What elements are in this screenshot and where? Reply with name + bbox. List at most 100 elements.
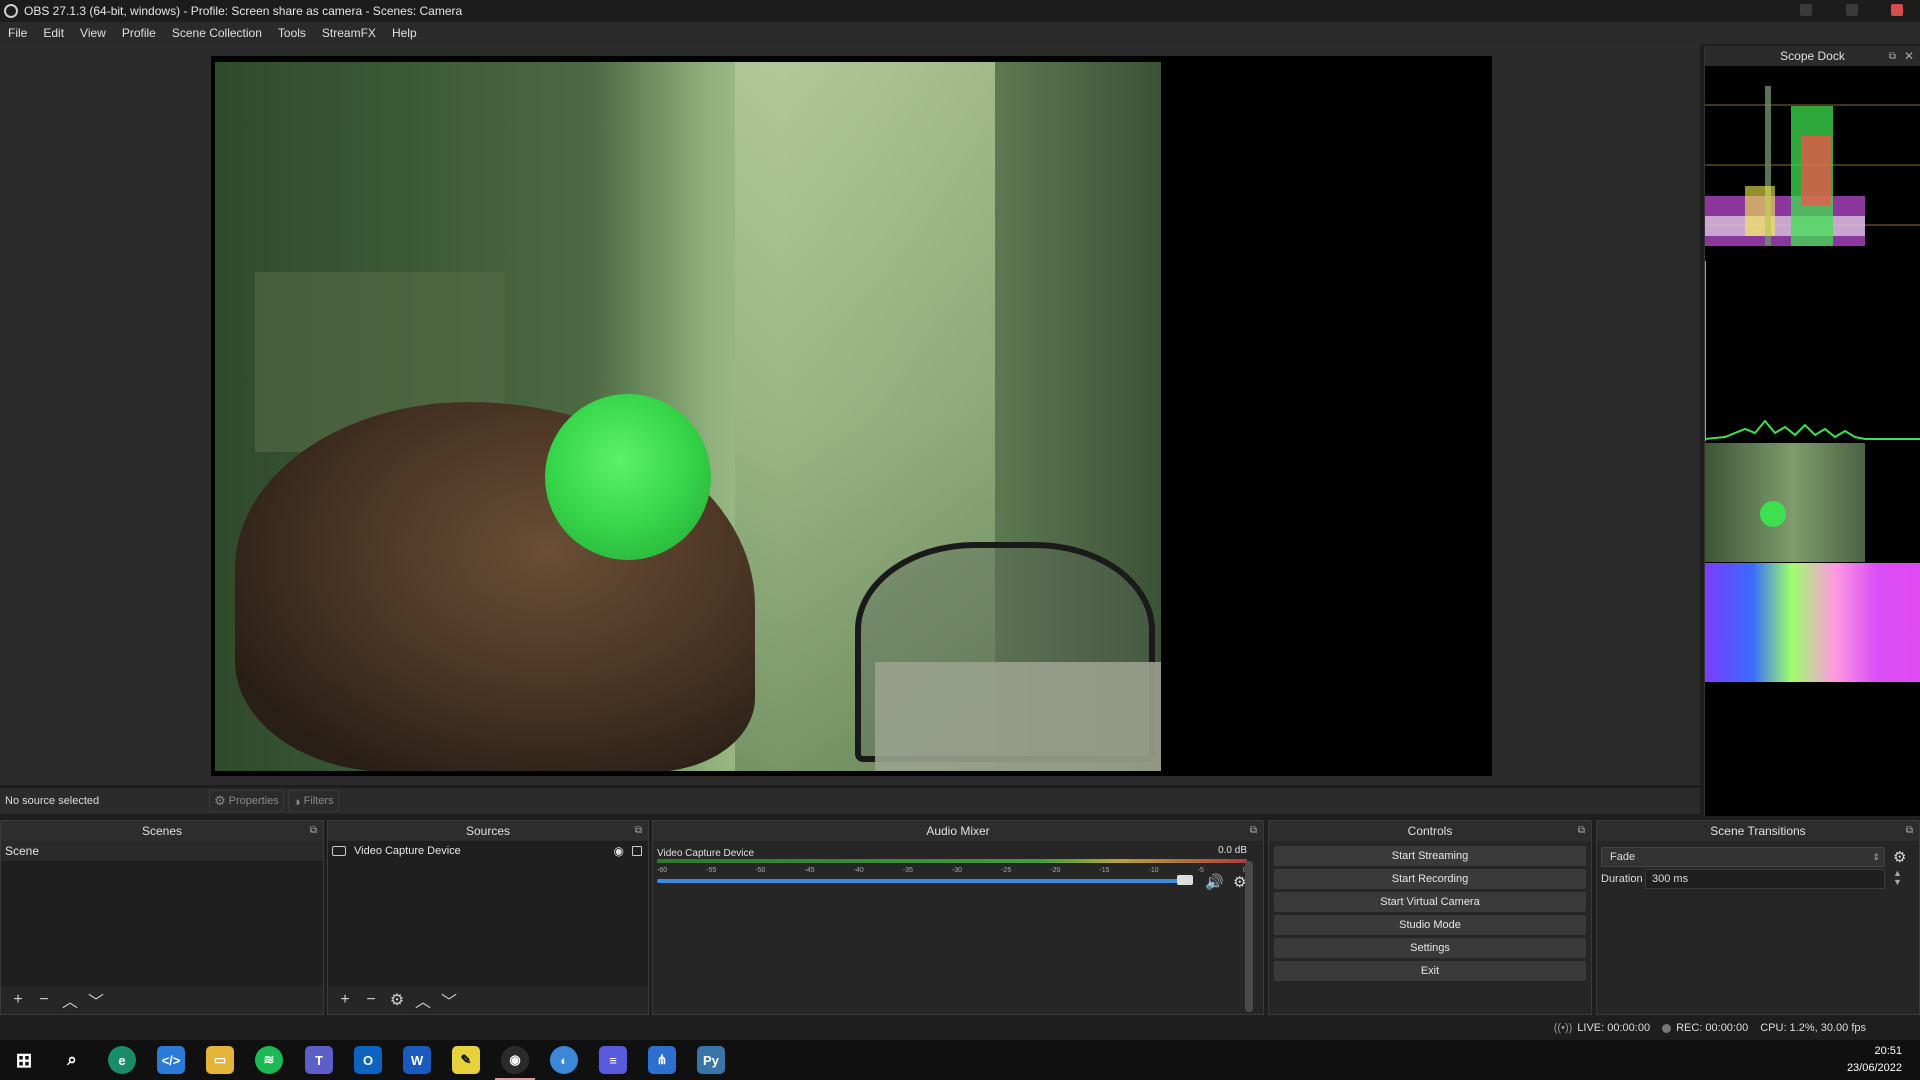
- controls-title: Controls: [1407, 824, 1453, 838]
- move-down-icon[interactable]: ﹀: [436, 988, 462, 1012]
- float-icon[interactable]: ⧉: [1578, 825, 1585, 836]
- maximize-button[interactable]: [1846, 4, 1858, 16]
- audio-mixer-dock: Audio Mixer ⧉ Video Capture Device 0.0 d…: [652, 820, 1264, 1015]
- start-virtual-camera-button[interactable]: Start Virtual Camera: [1274, 892, 1586, 912]
- scene-transitions-header: Scene Transitions ⧉: [1597, 821, 1919, 841]
- file-explorer-icon[interactable]: ▭: [206, 1046, 234, 1074]
- teams-icon[interactable]: T: [305, 1046, 333, 1074]
- duration-input[interactable]: 300 ms: [1645, 869, 1885, 889]
- scenes-toolbar: + − ︿ ﹀: [1, 986, 323, 1014]
- preview-area: [0, 44, 1700, 785]
- close-icon[interactable]: ✕: [1904, 49, 1914, 63]
- start-streaming-button[interactable]: Start Streaming: [1274, 846, 1586, 866]
- menu-view[interactable]: View: [72, 26, 114, 40]
- menu-scene-collection[interactable]: Scene Collection: [164, 26, 270, 40]
- title-bar: OBS 27.1.3 (64-bit, windows) - Profile: …: [0, 0, 1920, 22]
- live-status: ((•)) LIVE: 00:00:00: [1554, 1022, 1650, 1034]
- gear-icon[interactable]: ⚙: [1893, 848, 1906, 866]
- duration-label: Duration: [1601, 873, 1643, 885]
- properties-label: Properties: [228, 795, 279, 807]
- clock-date: 23/06/2022: [1846, 1062, 1902, 1074]
- menu-streamfx[interactable]: StreamFX: [314, 26, 384, 40]
- app-icon[interactable]: ≡: [599, 1046, 627, 1074]
- float-icon[interactable]: ⧉: [310, 825, 317, 836]
- meter-tick: -10: [1148, 867, 1159, 874]
- source-item[interactable]: Video Capture Device ◉: [328, 841, 648, 861]
- controls-header: Controls ⧉: [1269, 821, 1591, 841]
- start-recording-button[interactable]: Start Recording: [1274, 869, 1586, 889]
- transition-select[interactable]: Fade ⇕: [1601, 847, 1885, 867]
- camera-box: [875, 662, 1161, 771]
- float-icon[interactable]: ⧉: [635, 825, 642, 836]
- chevron-updown-icon: ⇕: [1872, 852, 1880, 862]
- properties-button[interactable]: ⚙ Properties: [209, 790, 284, 812]
- browser-icon[interactable]: ◐: [550, 1046, 578, 1074]
- add-icon[interactable]: +: [332, 991, 358, 1009]
- filters-button[interactable]: ◑ Filters: [287, 790, 339, 812]
- mixer-scrollbar[interactable]: [1245, 861, 1253, 1012]
- audio-mixer-header: Audio Mixer ⧉: [653, 821, 1263, 841]
- sources-header: Sources ⧉: [328, 821, 648, 841]
- network-icon[interactable]: ⋔: [648, 1046, 676, 1074]
- notes-icon[interactable]: ✎: [452, 1046, 480, 1074]
- vscode-icon[interactable]: </>: [157, 1046, 185, 1074]
- status-bar: ((•)) LIVE: 00:00:00 REC: 00:00:00 CPU: …: [0, 1016, 1920, 1040]
- rec-status: REC: 00:00:00: [1662, 1022, 1748, 1034]
- volume-fader[interactable]: [657, 879, 1187, 883]
- move-down-icon[interactable]: ﹀: [83, 988, 109, 1012]
- live-time: LIVE: 00:00:00: [1577, 1022, 1651, 1034]
- mixer-track-db: 0.0 dB: [1218, 845, 1247, 856]
- duration-stepper[interactable]: ▲ ▼: [1893, 869, 1902, 887]
- search-icon[interactable]: ⌕: [58, 1046, 86, 1074]
- minimize-button[interactable]: [1800, 4, 1812, 16]
- gear-icon[interactable]: ⚙: [384, 990, 410, 1010]
- move-up-icon[interactable]: ︿: [57, 988, 83, 1012]
- meter-tick: -55: [706, 867, 717, 874]
- mixer-body: Video Capture Device 0.0 dB -60 -55 -50 …: [653, 841, 1253, 1014]
- meter-tick: -15: [1099, 867, 1110, 874]
- menu-tools[interactable]: Tools: [270, 26, 314, 40]
- scope-dock: Scope Dock ⧉ ✕: [1704, 46, 1920, 816]
- thumbnail-ball: [1760, 501, 1786, 527]
- settings-button[interactable]: Settings: [1274, 938, 1586, 958]
- studio-mode-button[interactable]: Studio Mode: [1274, 915, 1586, 935]
- close-button[interactable]: [1891, 4, 1903, 16]
- filters-label: Filters: [303, 795, 334, 807]
- meter-tick: -25: [1001, 867, 1012, 874]
- scenes-title: Scenes: [141, 824, 183, 838]
- exit-button[interactable]: Exit: [1274, 961, 1586, 981]
- menu-bar: File Edit View Profile Scene Collection …: [0, 22, 1920, 44]
- move-up-icon[interactable]: ︿: [410, 988, 436, 1012]
- add-icon[interactable]: +: [5, 991, 31, 1009]
- menu-help[interactable]: Help: [384, 26, 425, 40]
- filter-icon: ◑: [292, 793, 301, 809]
- scene-item[interactable]: Scene: [1, 841, 323, 861]
- remove-icon[interactable]: −: [31, 991, 57, 1009]
- spotify-icon[interactable]: ≋: [255, 1046, 283, 1074]
- windows-start-icon[interactable]: ⊞: [10, 1046, 38, 1074]
- menu-edit[interactable]: Edit: [35, 26, 72, 40]
- word-icon[interactable]: W: [403, 1046, 431, 1074]
- meter-tick: -30: [951, 867, 963, 874]
- float-icon[interactable]: ⧉: [1906, 825, 1913, 836]
- python-icon[interactable]: Py: [697, 1046, 725, 1074]
- meter-tick: -50: [755, 867, 766, 874]
- speaker-icon[interactable]: 🔊: [1205, 873, 1224, 891]
- float-icon[interactable]: ⧉: [1250, 825, 1257, 836]
- remove-icon[interactable]: −: [358, 991, 384, 1009]
- meter-tick: -45: [804, 867, 815, 874]
- system-clock[interactable]: 20:51 23/06/2022: [1847, 1043, 1902, 1077]
- menu-profile[interactable]: Profile: [114, 26, 164, 40]
- menu-file[interactable]: File: [0, 26, 35, 40]
- camera-green-ball: [545, 394, 711, 560]
- edge-icon[interactable]: e: [108, 1046, 136, 1074]
- eye-icon[interactable]: ◉: [614, 844, 624, 858]
- float-icon[interactable]: ⧉: [1889, 51, 1896, 62]
- sources-title: Sources: [465, 824, 511, 838]
- outlook-icon[interactable]: O: [354, 1046, 382, 1074]
- sources-list: Video Capture Device ◉: [328, 841, 648, 986]
- obs-icon[interactable]: ◉: [501, 1046, 529, 1074]
- volume-fader-handle[interactable]: [1177, 875, 1193, 885]
- lock-icon[interactable]: [632, 846, 642, 856]
- preview-canvas[interactable]: [211, 56, 1492, 776]
